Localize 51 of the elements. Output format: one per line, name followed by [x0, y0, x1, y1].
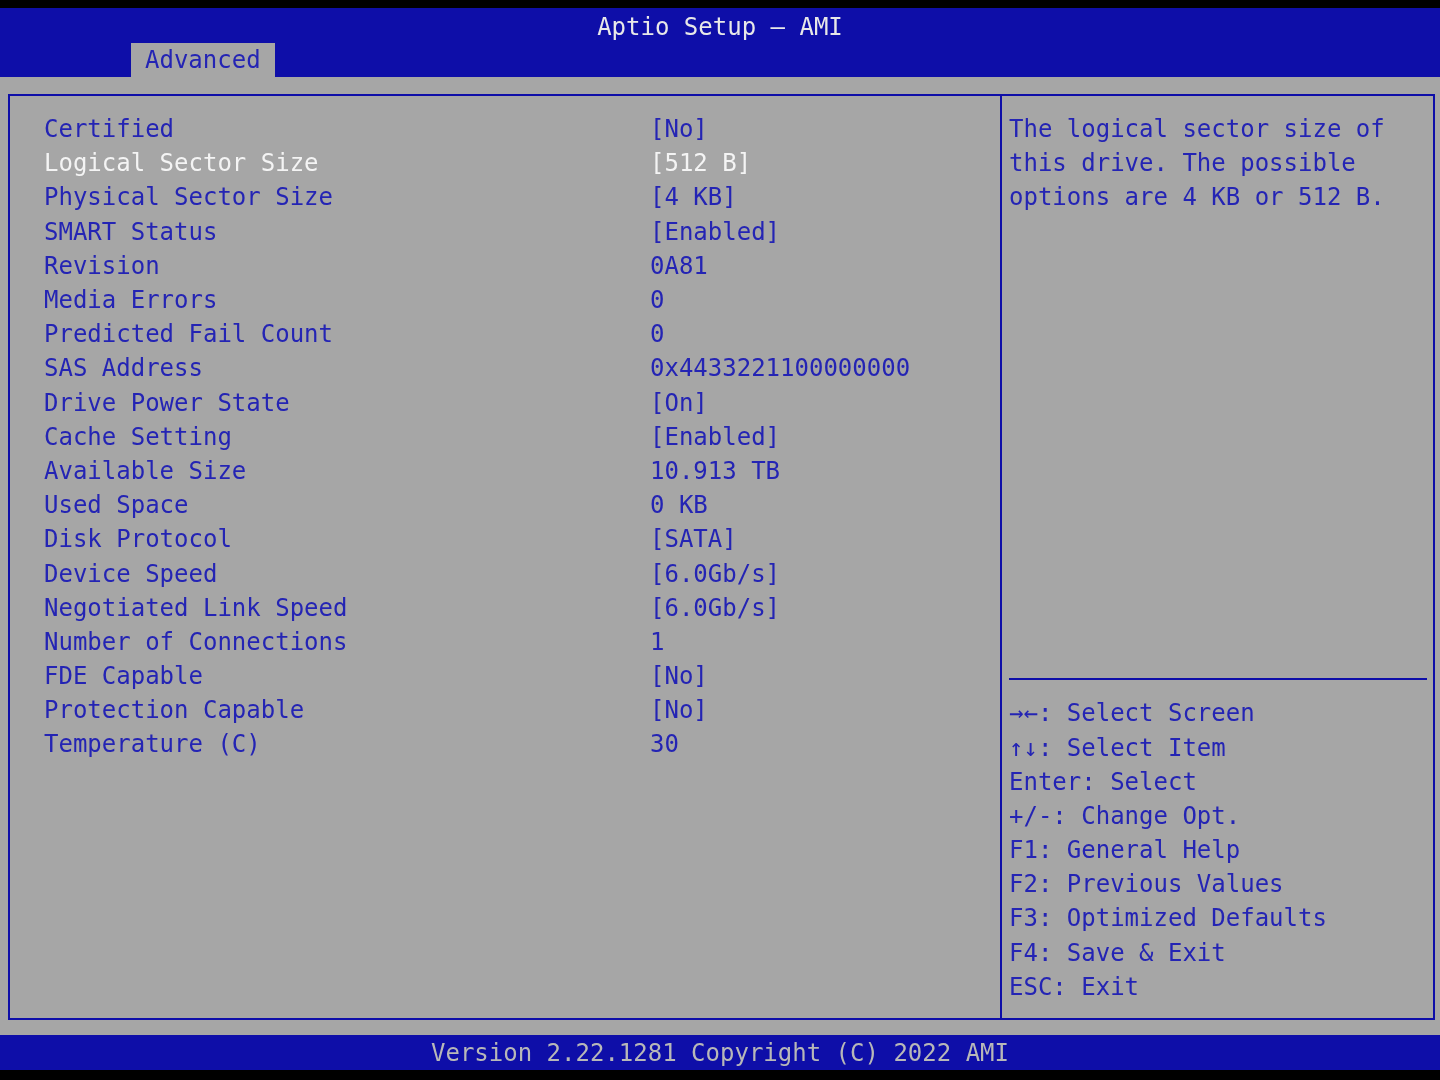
setting-value: 30 [650, 730, 679, 759]
setting-label[interactable]: Disk Protocol [44, 525, 650, 554]
key-help: F4: Save & Exit [1009, 937, 1227, 969]
setting-value: [On] [650, 388, 708, 417]
key-help: +/-: Change Opt. [1009, 800, 1242, 832]
setting-value: [512 B] [650, 149, 752, 178]
help-text: The logical sector size of this drive. The possible options are 4 KB or 512 B. [1009, 114, 1386, 214]
status-bar: Version 2.22.1281 Copyright (C) 2022 AMI [0, 1035, 1440, 1070]
setting-value: 0x4433221100000000 [650, 354, 911, 383]
setting-value: [No] [650, 662, 708, 691]
key-help: F3: Optimized Defaults [1009, 903, 1328, 935]
setting-label[interactable]: SAS Address [44, 354, 650, 383]
setting-value: [4 KB] [650, 183, 737, 212]
setting-value: [Enabled] [650, 217, 781, 246]
setting-label[interactable]: Available Size [44, 456, 650, 485]
key-help: F2: Previous Values [1009, 869, 1285, 901]
setting-value: [No] [650, 115, 708, 144]
setting-label[interactable]: Temperature (C) [44, 730, 650, 759]
setting-value: [6.0Gb/s] [650, 559, 781, 588]
setting-label[interactable]: Logical Sector Size [44, 149, 650, 178]
window-title: Aptio Setup – AMI [596, 12, 844, 43]
key-help: Enter: Select [1009, 766, 1198, 798]
key-help: →←: Select Screen [1009, 698, 1256, 730]
setting-value: 0 [650, 320, 665, 349]
setting-label[interactable]: Device Speed [44, 559, 650, 588]
setting-label[interactable]: Revision [44, 251, 650, 280]
setting-label[interactable]: Number of Connections [44, 627, 650, 656]
setting-label[interactable]: SMART Status [44, 217, 650, 246]
setting-label[interactable]: FDE Capable [44, 662, 650, 691]
key-help: ESC: Exit [1009, 971, 1141, 1003]
setting-value: 0 KB [650, 491, 708, 520]
setting-label[interactable]: Used Space [44, 491, 650, 520]
setting-label[interactable]: Negotiated Link Speed [44, 593, 650, 622]
setting-value: [No] [650, 696, 708, 725]
setting-value: 10.913 TB [650, 456, 781, 485]
setting-value: 0 [650, 286, 665, 315]
key-help: ↑↓: Select Item [1009, 732, 1227, 764]
setting-value: [6.0Gb/s] [650, 593, 781, 622]
setting-value: [Enabled] [650, 422, 781, 451]
setting-label[interactable]: Physical Sector Size [44, 183, 650, 212]
setting-label[interactable]: Media Errors [44, 286, 650, 315]
setting-label[interactable]: Predicted Fail Count [44, 320, 650, 349]
setting-label[interactable]: Drive Power State [44, 388, 650, 417]
setting-value: 1 [650, 627, 665, 656]
setting-label[interactable]: Certified [44, 115, 650, 144]
setting-label[interactable]: Protection Capable [44, 696, 650, 725]
setting-value: 0A81 [650, 251, 708, 280]
setting-label[interactable]: Cache Setting [44, 422, 650, 451]
setting-value: [SATA] [650, 525, 737, 554]
key-help: F1: General Help [1009, 835, 1242, 867]
tab[interactable]: Advanced [131, 43, 275, 77]
